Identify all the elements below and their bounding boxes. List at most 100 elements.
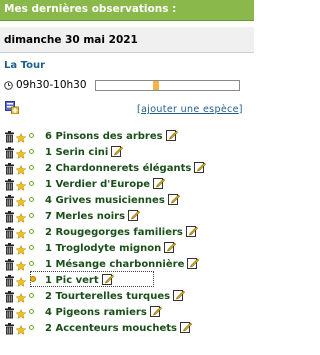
species-name[interactable]: Serin cini [55,147,108,158]
status-dot-icon[interactable] [29,293,34,298]
observation-label: 2 Chardonnerets élégants [45,161,207,174]
star-icon[interactable] [15,304,27,319]
status-dot-icon[interactable] [29,133,34,138]
trash-icon[interactable] [4,208,15,223]
edit-icon[interactable] [153,177,166,189]
observation-row: 1 Troglodyte mignon [0,239,254,255]
edit-icon[interactable] [111,145,124,157]
trash-icon[interactable] [4,256,15,271]
observation-label: 4 Grives musiciennes [45,193,180,206]
observation-label: 1 Serin cini [45,145,124,158]
edit-icon[interactable] [185,225,198,237]
species-name[interactable]: Pinsons des arbres [55,131,162,142]
edit-icon[interactable] [173,289,186,301]
edit-icon[interactable] [165,129,178,141]
observation-row: 1 Pic vert [5,271,154,287]
status-dot-icon[interactable] [29,245,34,250]
add-species-link[interactable]: [ajouter une espèce] [137,104,243,115]
edit-icon[interactable] [128,209,141,221]
star-icon[interactable] [15,176,27,191]
species-name[interactable]: Troglodyte mignon [55,243,161,254]
clock-icon [4,81,13,90]
trash-icon[interactable] [4,160,15,175]
status-dot-icon[interactable] [29,181,34,186]
status-dot-icon[interactable] [29,149,34,154]
edit-icon[interactable] [179,321,192,333]
edit-icon[interactable] [149,305,162,317]
star-icon[interactable] [15,224,27,239]
trash-icon[interactable] [4,288,15,303]
trash-icon[interactable] [4,272,15,287]
observation-row: 2 Tourterelles turques [0,287,254,303]
time-timeline-bar [95,80,240,91]
species-name[interactable]: Verdier d'Europe [55,179,150,190]
add-species-icon[interactable] [5,101,19,114]
observation-label: 1 Verdier d'Europe [45,177,166,190]
trash-icon[interactable] [4,224,15,239]
status-dot-icon[interactable] [29,261,34,266]
time-range: 09h30-10h30 [16,79,87,91]
observation-row: 2 Accenteurs mouchets [0,319,254,335]
status-dot-icon[interactable] [29,325,34,330]
species-name[interactable]: Chardonnerets élégants [55,163,191,174]
edit-icon[interactable] [194,161,207,173]
observation-row: 6 Pinsons des arbres [0,127,254,143]
observation-count: 1 [45,147,52,158]
species-name[interactable]: Pigeons ramiers [55,307,146,318]
observation-label: 2 Rougegorges familiers [45,225,198,238]
observation-count: 1 [45,179,52,190]
panel-header: Mes dernières observations : [0,0,254,21]
star-icon[interactable] [15,160,27,175]
observation-count: 1 [45,259,52,270]
observation-count: 1 [45,243,52,254]
star-icon[interactable] [15,192,27,207]
star-icon[interactable] [15,272,27,287]
star-icon[interactable] [15,256,27,271]
status-dot-icon[interactable] [29,165,34,170]
edit-icon[interactable] [167,193,180,205]
observation-label: 4 Pigeons ramiers [45,305,162,318]
location-name[interactable]: La Tour [4,60,45,71]
status-dot-icon[interactable] [30,276,36,282]
observation-count: 4 [45,307,52,318]
star-icon[interactable] [15,128,27,143]
trash-icon[interactable] [4,192,15,207]
star-icon[interactable] [15,288,27,303]
observation-row: 4 Pigeons ramiers [0,303,254,319]
species-name[interactable]: Merles noirs [55,211,125,222]
observation-label: 2 Accenteurs mouchets [45,321,192,334]
observation-label: 1 Pic vert [45,273,114,286]
edit-icon[interactable] [187,257,200,269]
panel-title: Mes dernières observations : [4,3,177,15]
observation-label: 6 Pinsons des arbres [45,129,178,142]
trash-icon[interactable] [4,320,15,335]
trash-icon[interactable] [4,304,15,319]
star-icon[interactable] [15,240,27,255]
trash-icon[interactable] [4,144,15,159]
observation-row: 1 Mésange charbonnière [0,255,254,271]
species-name[interactable]: Rougegorges familiers [55,227,182,238]
observation-label: 1 Troglodyte mignon [45,241,177,254]
star-icon[interactable] [15,144,27,159]
status-dot-icon[interactable] [29,197,34,202]
species-name[interactable]: Tourterelles turques [55,291,170,302]
star-icon[interactable] [15,208,27,223]
status-dot-icon[interactable] [29,309,34,314]
species-name[interactable]: Accenteurs mouchets [55,323,177,334]
status-dot-icon[interactable] [29,229,34,234]
species-name[interactable]: Pic vert [55,275,98,286]
species-name[interactable]: Grives musiciennes [55,195,164,206]
status-dot-icon[interactable] [29,213,34,218]
timeline-fill [153,81,159,90]
edit-icon[interactable] [101,273,114,285]
trash-icon[interactable] [4,176,15,191]
edit-icon[interactable] [164,241,177,253]
trash-icon[interactable] [4,128,15,143]
observation-label: 1 Mésange charbonnière [45,257,200,270]
observation-count: 2 [45,227,52,238]
observation-count: 6 [45,131,52,142]
species-name[interactable]: Mésange charbonnière [55,259,184,270]
star-icon[interactable] [15,320,27,335]
trash-icon[interactable] [4,240,15,255]
observation-row: 2 Chardonnerets élégants [0,159,254,175]
